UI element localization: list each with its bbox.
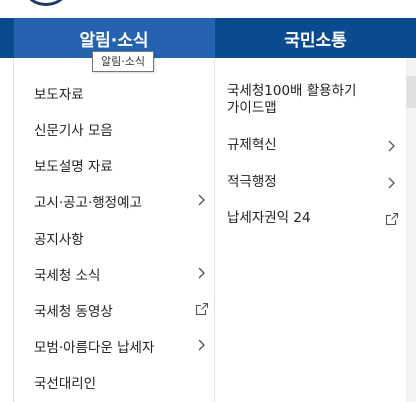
- submenu-column-communication: 국세청100배 활용하기 가이드맵 규제혁신 적극행정 납세자권익 24: [215, 58, 406, 402]
- menu-item-label: 국세청 소식: [34, 268, 101, 284]
- nav-left-edge: [0, 18, 14, 58]
- menu-item-notices-announcements[interactable]: 고시·공고·행정예고: [34, 191, 209, 211]
- menu-item-press-release[interactable]: 보도자료: [34, 83, 209, 103]
- tab-news-label: 알림·소식: [79, 30, 149, 51]
- menu-item-label: 규제혁신: [227, 137, 277, 153]
- scrollbar[interactable]: [406, 58, 416, 402]
- menu-item-press-explanation[interactable]: 보도설명 자료: [34, 155, 209, 175]
- tab-communication[interactable]: 국민소통: [214, 18, 416, 58]
- menu-item-taxpayer-rights-24[interactable]: 납세자권익 24: [227, 210, 399, 227]
- external-link-icon: [195, 302, 209, 316]
- menu-item-label: 국세청100배 활용하기: [227, 83, 357, 99]
- tab-communication-label: 국민소통: [284, 30, 347, 51]
- menu-item-public-counsel[interactable]: 국선대리인: [34, 372, 209, 392]
- menu-item-label: 고시·공고·행정예고: [34, 195, 142, 211]
- menu-item-nts-videos[interactable]: 국세청 동영상: [34, 300, 209, 320]
- menu-item-model-taxpayers[interactable]: 모범·아름다운 납세자: [34, 336, 209, 356]
- tooltip: 알림·소식: [92, 51, 154, 72]
- menu-item-label: 국세청 동영상: [34, 304, 113, 320]
- menu-item-label: 공지사항: [34, 232, 84, 248]
- chevron-right-icon: [385, 139, 399, 153]
- panel-left-gutter: [0, 58, 14, 402]
- submenu-column-news: 보도자료 신문기사 모음 보도설명 자료 고시·공고·행정예고 공지사항 국세청…: [14, 58, 215, 402]
- menu-item-label: 국선대리인: [34, 376, 97, 392]
- menu-item-label: 납세자권익 24: [227, 210, 311, 226]
- scrollbar-thumb[interactable]: [406, 76, 416, 108]
- global-nav-bar: 알림·소식 국민소통: [0, 18, 416, 58]
- menu-item-label: 보도설명 자료: [34, 159, 113, 175]
- chevron-right-icon: [195, 193, 209, 207]
- menu-item-news-articles[interactable]: 신문기사 모음: [34, 119, 209, 139]
- menu-item-announcements[interactable]: 공지사항: [34, 228, 209, 248]
- external-link-icon: [385, 212, 399, 226]
- menu-item-label: 적극행정: [227, 174, 277, 190]
- menu-item-nts-news[interactable]: 국세청 소식: [34, 264, 209, 284]
- chevron-right-icon: [195, 338, 209, 352]
- menu-item-label: 보도자료: [34, 87, 84, 103]
- menu-item-label: 신문기사 모음: [34, 123, 113, 139]
- chevron-right-icon: [385, 176, 399, 190]
- menu-item-proactive-admin[interactable]: 적극행정: [227, 174, 399, 191]
- menu-item-label: 모범·아름다운 납세자: [34, 340, 155, 356]
- menu-item-regulatory-innovation[interactable]: 규제혁신: [227, 137, 399, 154]
- chevron-right-icon: [195, 266, 209, 280]
- header-strip: [0, 0, 416, 18]
- menu-item-label-line2: 가이드맵: [227, 100, 277, 116]
- logo-icon[interactable]: [26, 0, 66, 6]
- menu-item-guide-map[interactable]: 국세청100배 활용하기 가이드맵: [227, 83, 399, 117]
